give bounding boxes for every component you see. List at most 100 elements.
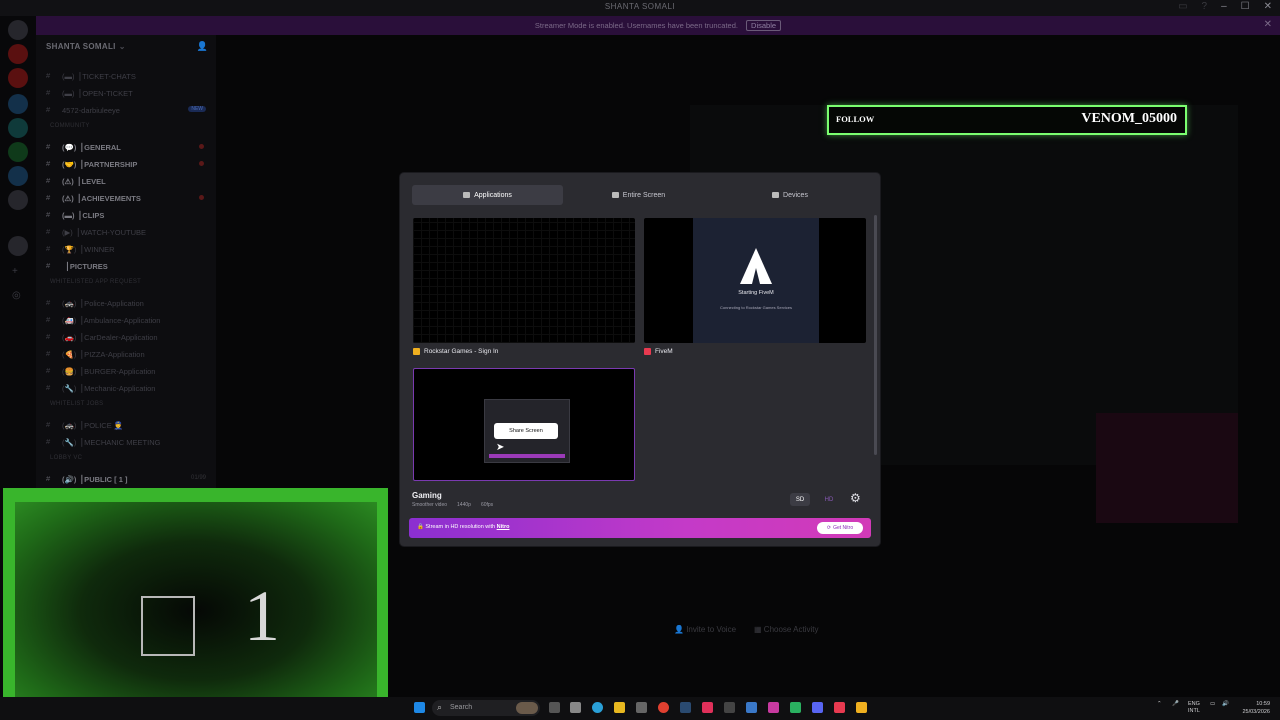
app-caption[interactable]: Rockstar Games - Sign In [413, 348, 498, 355]
store-icon[interactable] [636, 702, 647, 713]
tiktok-icon[interactable] [702, 702, 713, 713]
search-icon: ⌕ [437, 702, 443, 712]
category-header[interactable]: COMMUNITY [50, 123, 90, 129]
tab-devices[interactable]: Devices [714, 185, 866, 205]
quality-title: Gaming [412, 491, 442, 500]
add-server-icon[interactable]: + [12, 266, 18, 277]
add-member-icon[interactable]: 👤 [197, 41, 208, 52]
channel-item[interactable]: # ▕ PICTURES [36, 259, 216, 273]
share-screen-button[interactable]: Share Screen [494, 423, 558, 439]
channel-label: (🚗)▕ CarDealer-Application [62, 333, 158, 342]
settings-icon[interactable] [570, 702, 581, 713]
disable-streamer-mode-button[interactable]: Disable [746, 20, 782, 31]
chevron-up-icon[interactable]: ⌃ [1157, 701, 1162, 707]
chrome-icon[interactable] [658, 702, 669, 713]
edge-icon[interactable] [592, 702, 603, 713]
screen-share-modal: Applications Entire Screen Devices Rocks… [400, 173, 880, 546]
mic-icon[interactable]: 🎤 [1172, 701, 1179, 707]
app-preview-rockstar[interactable] [413, 218, 635, 343]
channel-item[interactable]: # (🔧)▕ MECHANIC MEETING [36, 435, 216, 449]
server-icon[interactable] [8, 190, 28, 210]
server-icon[interactable] [8, 68, 28, 88]
search-box[interactable]: ⌕ Search [432, 700, 540, 716]
capcut-icon[interactable] [724, 702, 735, 713]
server-icon[interactable] [8, 44, 28, 64]
volume-icon[interactable]: 🔊 [1222, 701, 1229, 707]
network-icon[interactable]: ▭ [1210, 701, 1215, 707]
app-caption[interactable]: FiveM [644, 348, 673, 355]
tab-label: Entire Screen [622, 191, 666, 199]
channel-item[interactable]: # (▬)▕ TICKET-CHATS [36, 69, 216, 83]
square-glyph [141, 596, 195, 656]
discover-icon[interactable]: ◎ [12, 290, 21, 301]
tab-entire-screen[interactable]: Entire Screen [563, 185, 714, 205]
app-icon[interactable] [790, 702, 801, 713]
instagram-icon[interactable] [768, 702, 779, 713]
channel-item[interactable]: # (🍔)▕ BURGER-Application [36, 364, 216, 378]
channel-item[interactable]: # (💬)▕ GENERAL [36, 140, 216, 154]
user-count: 01/99 [190, 475, 206, 481]
channel-item[interactable]: # (▬)▕ OPEN-TICKET [36, 86, 216, 100]
clock[interactable]: 10:59 25/03/2026 [1242, 700, 1270, 716]
app-preview-fivem[interactable]: Starting FiveM Connecting to Rockstar Ga… [644, 218, 866, 343]
modal-scrollbar[interactable] [874, 215, 877, 455]
server-name-header[interactable]: SHANTA SOMALI ⌄ [46, 42, 126, 51]
category-header[interactable]: WHITELISTED APP REQUEST [50, 279, 141, 285]
category-header[interactable]: WHITELIST JOBS [50, 401, 103, 407]
channel-item[interactable]: # (🚑)▕ Ambulance-Application [36, 313, 216, 327]
channel-item[interactable]: # (⚠)▕ ACHIEVEMENTS [36, 191, 216, 205]
maximize-button[interactable]: ☐ [1241, 1, 1250, 12]
channel-item[interactable]: # (🚓)▕ Police-Application [36, 296, 216, 310]
banner-close-icon[interactable]: ✕ [1264, 19, 1272, 30]
discord-icon[interactable] [812, 702, 823, 713]
channel-item[interactable]: # (🤝)▕ PARTNERSHIP [36, 157, 216, 171]
hash-icon: # [46, 71, 51, 80]
server-icon[interactable] [8, 166, 28, 186]
get-nitro-button[interactable]: ⟳ Get Nitro [817, 522, 863, 534]
help-icon[interactable]: ? [1202, 1, 1208, 12]
channel-item[interactable]: #4572-darbiuleeye NEW [36, 103, 216, 117]
start-icon[interactable] [414, 702, 425, 713]
hd-toggle[interactable]: HD [819, 493, 839, 506]
channel-item[interactable]: # (🔧)▕ Mechanic-Application [36, 381, 216, 395]
channel-label: (🏆)▕ WINNER [62, 245, 115, 254]
channel-label: (⚠)▕ ACHIEVEMENTS [62, 194, 141, 203]
gear-icon[interactable]: ⚙ [850, 491, 861, 505]
channel-item[interactable]: # (🚗)▕ CarDealer-Application [36, 330, 216, 344]
task-view-icon[interactable] [549, 702, 560, 713]
language-indicator[interactable]: ENG INTL [1188, 701, 1200, 715]
sd-toggle[interactable]: SD [790, 493, 810, 506]
file-explorer-icon[interactable] [614, 702, 625, 713]
server-icon[interactable] [8, 94, 28, 114]
server-icon[interactable] [8, 118, 28, 138]
minimize-button[interactable]: – [1221, 1, 1227, 12]
server-icon[interactable] [8, 142, 28, 162]
channel-item[interactable]: # (▬)▕ CLIPS [36, 208, 216, 222]
photos-icon[interactable] [746, 702, 757, 713]
channel-item[interactable]: # (⚠)▕ LEVEL [36, 174, 216, 188]
invite-to-voice-button[interactable]: 👤 Invite to Voice [674, 625, 736, 634]
channel-label: (🔊)▕ PUBLIC [ 1 ] [62, 475, 128, 484]
channel-item[interactable]: # (🏆)▕ WINNER [36, 242, 216, 256]
server-icon[interactable] [8, 236, 28, 256]
rockstar-taskbar-icon[interactable] [856, 702, 867, 713]
channel-item[interactable]: # (🔊)▕ PUBLIC [ 1 ] 01/99 [36, 472, 216, 486]
direct-messages-icon[interactable] [8, 20, 28, 40]
tab-applications[interactable]: Applications [412, 185, 563, 205]
follow-overlay: FOLLOW VENOM_05000 [827, 105, 1187, 135]
steam-icon[interactable] [680, 702, 691, 713]
choose-activity-button[interactable]: ▦ Choose Activity [754, 625, 819, 634]
nitro-link[interactable]: Nitro [497, 524, 510, 530]
inbox-icon[interactable]: ▭ [1178, 1, 1187, 12]
close-button[interactable]: ✕ [1264, 1, 1272, 12]
quality-fps: 60fps [480, 502, 494, 508]
webcam-frame: 1 [15, 502, 377, 720]
app-preview-discord[interactable]: Share Screen ➤ [413, 368, 635, 481]
category-header[interactable]: LOBBY VC [50, 455, 82, 461]
fivem-taskbar-icon[interactable] [834, 702, 845, 713]
channel-item[interactable]: # (🚓)▕ POLICE 👮 [36, 418, 216, 432]
hash-icon: # [46, 261, 51, 270]
channel-item[interactable]: # (🍕)▕ PIZZA-Application [36, 347, 216, 361]
channel-item[interactable]: # (▶)▕ WATCH-YOUTUBE [36, 225, 216, 239]
hash-icon: # [46, 244, 51, 253]
